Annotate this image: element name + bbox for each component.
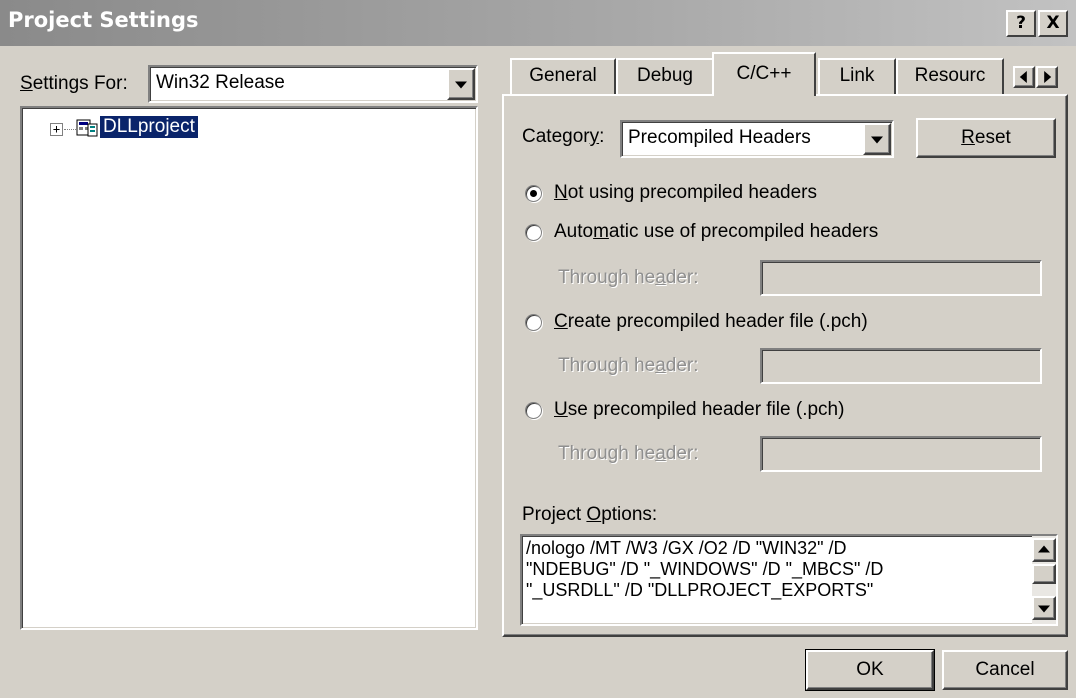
radio-label-automatic: Automatic use of precompiled headers [554, 221, 879, 242]
through-header-field-3[interactable] [760, 436, 1042, 472]
through-header-label-3: Through header: [558, 443, 699, 464]
reset-button[interactable]: Reset [916, 118, 1056, 158]
radio-automatic-pch[interactable] [525, 224, 542, 241]
chevron-down-icon[interactable] [863, 123, 891, 155]
radio-not-using-pch[interactable] [525, 185, 542, 202]
options-scrollbar[interactable] [1032, 536, 1056, 624]
expand-icon[interactable]: + [50, 123, 63, 136]
category-label: Category: [522, 126, 605, 147]
radio-selected-dot [530, 190, 537, 197]
ok-button[interactable]: OK [805, 649, 935, 691]
close-button[interactable]: X [1038, 10, 1068, 37]
settings-for-value: Win32 Release [156, 72, 285, 93]
category-value: Precompiled Headers [628, 127, 811, 148]
scroll-down-icon[interactable] [1032, 596, 1056, 620]
radio-label-use: Use precompiled header file (.pch) [554, 399, 845, 420]
radio-use-pch[interactable] [525, 402, 542, 419]
tab-resources[interactable]: Resourc [896, 58, 1004, 94]
project-options-textbox[interactable]: /nologo /MT /W3 /GX /O2 /D "WIN32" /D "N… [520, 534, 1058, 626]
tab-link[interactable]: Link [818, 58, 896, 94]
settings-for-dropdown[interactable]: Win32 Release [148, 65, 478, 103]
chevron-down-icon[interactable] [447, 68, 475, 100]
radio-label-not-using: Not using precompiled headers [554, 182, 817, 203]
help-button[interactable]: ? [1006, 10, 1036, 37]
project-options-label: Project Options: [522, 504, 658, 525]
tab-scroll-right-icon[interactable] [1036, 66, 1058, 88]
tab-panel-c-cpp: Category: Precompiled Headers Reset Not … [502, 94, 1068, 637]
settings-for-label: Settings For: [20, 73, 128, 94]
tab-debug[interactable]: Debug [616, 58, 714, 94]
radio-create-pch[interactable] [525, 314, 542, 331]
scroll-thumb[interactable] [1032, 564, 1056, 584]
tab-general[interactable]: General [510, 58, 616, 94]
tree-item-dllproject[interactable]: DLLproject [100, 116, 198, 138]
through-header-field-2[interactable] [760, 348, 1042, 384]
tree-connector [64, 129, 76, 130]
window-title: Project Settings [8, 8, 199, 32]
through-header-label-1: Through header: [558, 267, 699, 288]
radio-label-create: Create precompiled header file (.pch) [554, 311, 868, 332]
tab-scroll-left-icon[interactable] [1013, 66, 1035, 88]
through-header-field-1[interactable] [760, 260, 1042, 296]
title-bar[interactable]: Project Settings ? X [0, 0, 1076, 46]
scroll-up-icon[interactable] [1032, 538, 1056, 562]
cancel-button[interactable]: Cancel [942, 650, 1068, 690]
through-header-label-2: Through header: [558, 355, 699, 376]
project-options-text: /nologo /MT /W3 /GX /O2 /D "WIN32" /D "N… [526, 538, 884, 600]
tab-c-cpp[interactable]: C/C++ [712, 52, 816, 96]
project-tree[interactable]: + DLLproject [20, 106, 478, 630]
category-dropdown[interactable]: Precompiled Headers [620, 120, 894, 158]
project-icon [76, 119, 98, 137]
